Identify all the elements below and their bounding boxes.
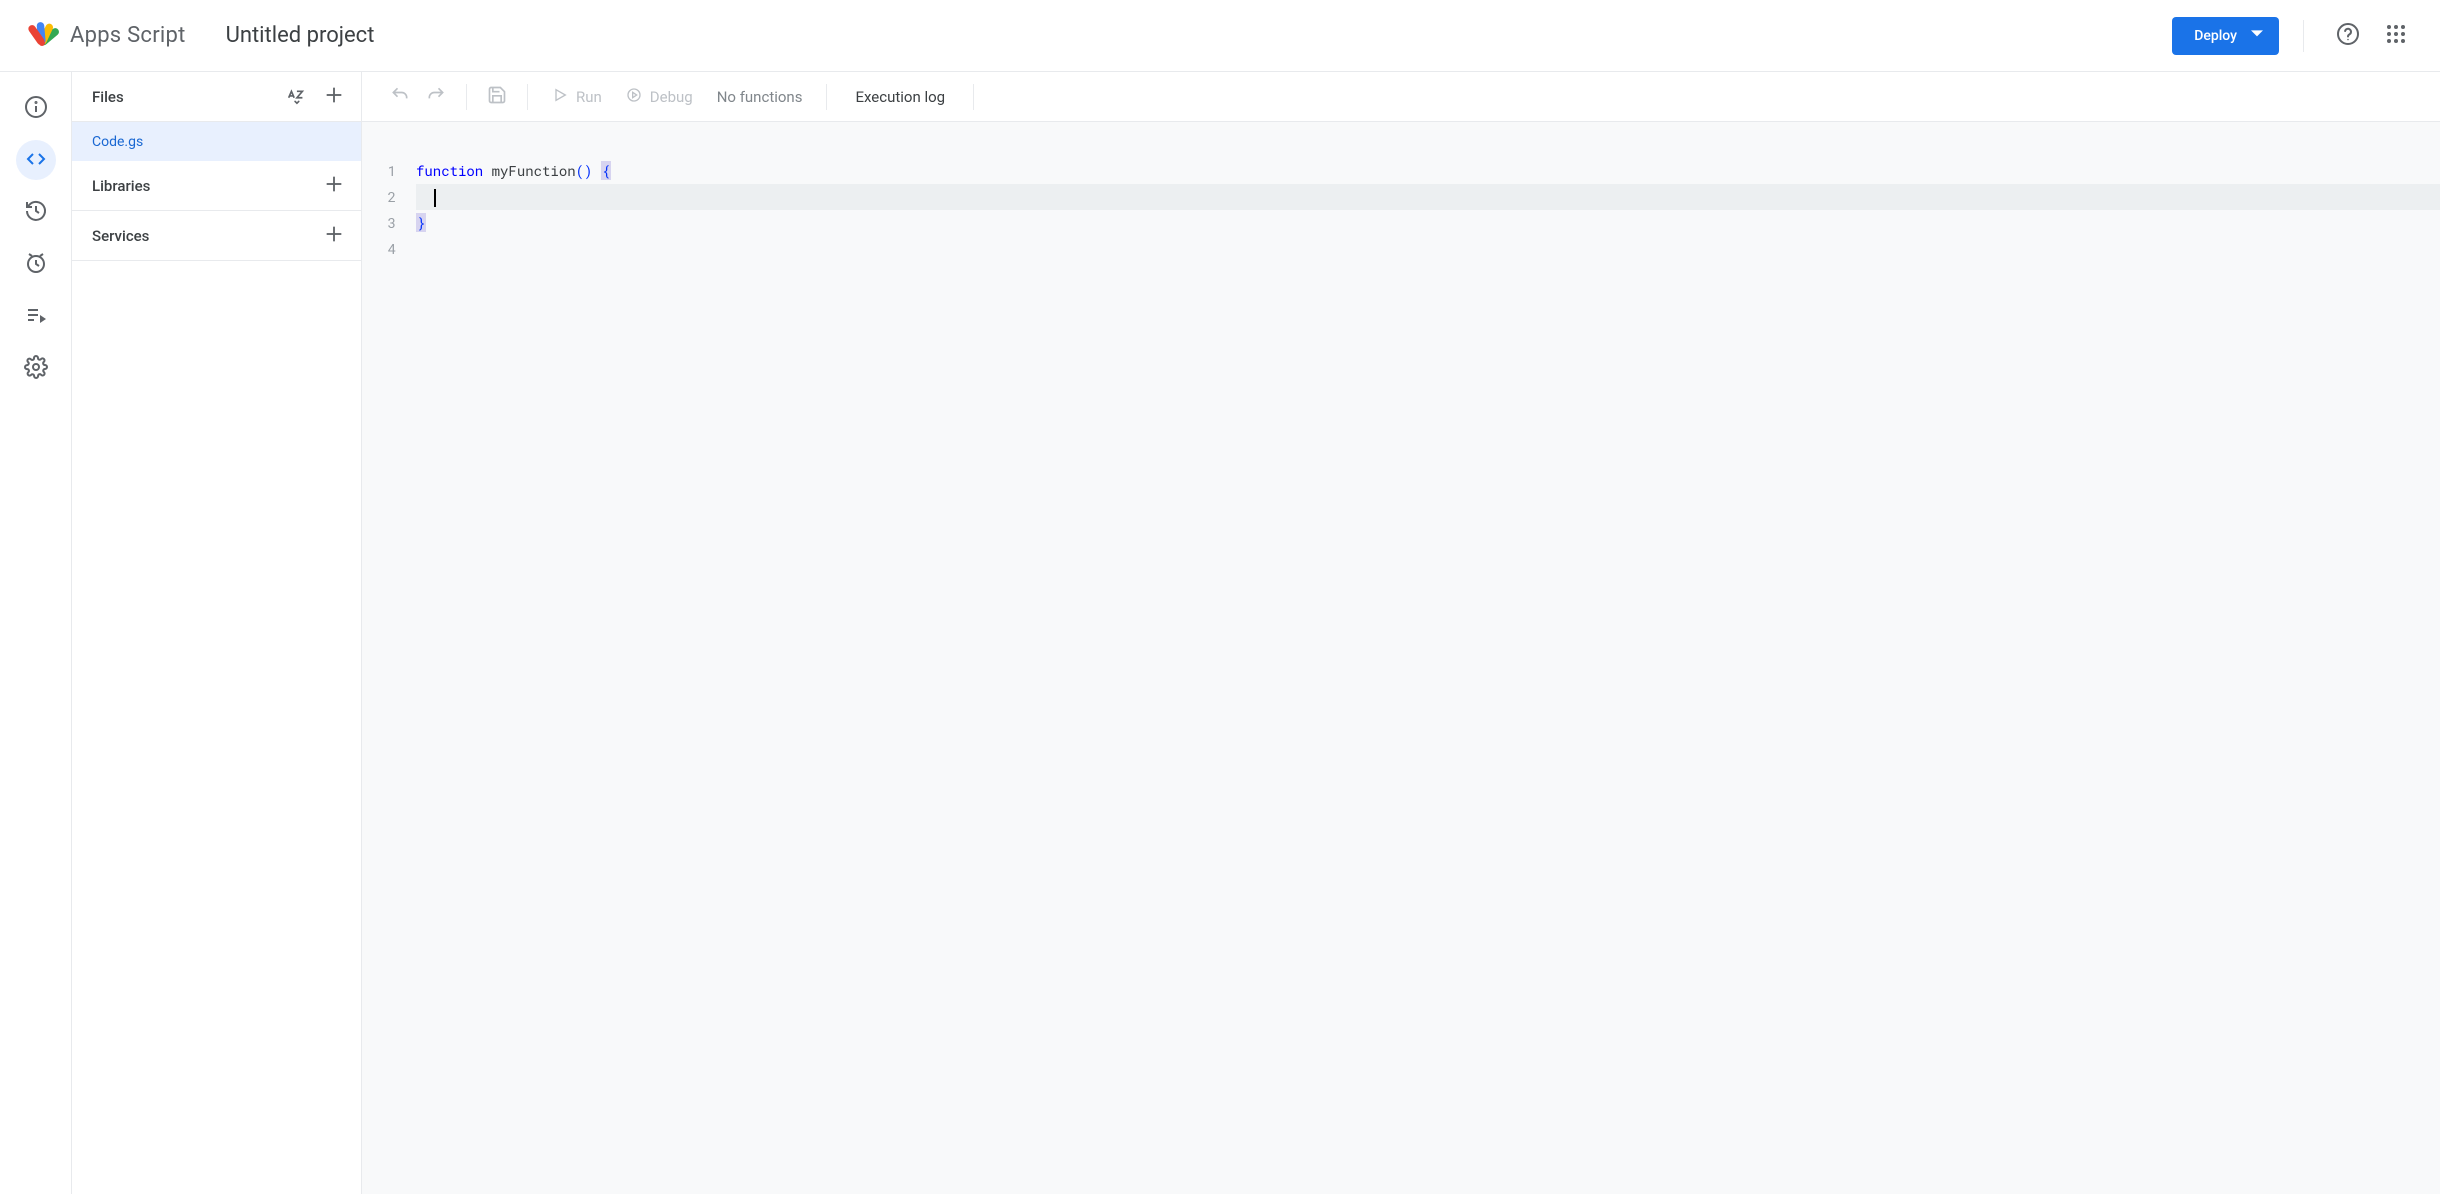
apps-script-logo-icon: [24, 16, 60, 56]
debug-icon: [626, 87, 642, 107]
divider: [527, 84, 528, 110]
apps-grid-icon: [2384, 22, 2408, 49]
rail-overview[interactable]: [16, 88, 56, 128]
save-icon: [487, 85, 507, 109]
redo-icon: [426, 85, 446, 109]
rail-history[interactable]: [16, 192, 56, 232]
rail-settings[interactable]: [16, 348, 56, 388]
plus-icon: [323, 84, 345, 109]
info-icon: [24, 95, 48, 122]
redo-button[interactable]: [418, 78, 454, 116]
files-sidebar: Files Code.gs Libraries: [72, 72, 362, 1194]
file-item-label: Code.gs: [92, 134, 143, 150]
gear-icon: [24, 355, 48, 382]
undo-button[interactable]: [382, 78, 418, 116]
rail-editor[interactable]: [16, 140, 56, 180]
text-cursor: [434, 189, 436, 207]
editor-toolbar: Run Debug No functions Execution log: [362, 72, 2440, 122]
divider: [973, 84, 974, 110]
deploy-button[interactable]: Deploy: [2172, 17, 2279, 55]
debug-button[interactable]: Debug: [614, 78, 705, 116]
executions-icon: [24, 303, 48, 330]
files-section-header: Files: [72, 72, 361, 122]
execution-log-button[interactable]: Execution log: [839, 88, 961, 106]
code-editor[interactable]: 1234 function myFunction() { }: [362, 122, 2440, 1194]
rail-triggers[interactable]: [16, 244, 56, 284]
app-header: Apps Script Untitled project Deploy: [0, 0, 2440, 72]
add-library-button[interactable]: [315, 167, 353, 205]
file-item-code-gs[interactable]: Code.gs: [72, 122, 361, 161]
divider: [826, 84, 827, 110]
sort-az-icon: [285, 84, 307, 109]
left-rail: [0, 72, 72, 1194]
code-line[interactable]: function myFunction() {: [416, 158, 2440, 184]
help-icon: [2336, 22, 2360, 49]
play-icon: [552, 87, 568, 107]
code-line[interactable]: [416, 236, 2440, 262]
code-line[interactable]: }: [416, 210, 2440, 236]
files-label: Files: [92, 88, 277, 106]
libraries-section-header: Libraries: [72, 161, 361, 211]
history-icon: [24, 199, 48, 226]
help-button[interactable]: [2328, 16, 2368, 56]
function-selector[interactable]: No functions: [705, 88, 815, 106]
add-service-button[interactable]: [315, 217, 353, 255]
code-content[interactable]: function myFunction() { }: [416, 158, 2440, 1194]
plus-icon: [323, 223, 345, 248]
deploy-button-label: Deploy: [2194, 28, 2237, 44]
services-label: Services: [92, 227, 315, 245]
sort-files-button[interactable]: [277, 78, 315, 116]
debug-button-label: Debug: [650, 88, 693, 106]
services-section-header: Services: [72, 211, 361, 261]
main-area: Run Debug No functions Execution log 123…: [362, 72, 2440, 1194]
clock-icon: [24, 251, 48, 278]
plus-icon: [323, 173, 345, 198]
project-title[interactable]: Untitled project: [226, 23, 375, 48]
apps-menu-button[interactable]: [2376, 16, 2416, 56]
undo-icon: [390, 85, 410, 109]
code-line[interactable]: [416, 184, 2440, 210]
libraries-label: Libraries: [92, 177, 315, 195]
run-button-label: Run: [576, 88, 602, 106]
divider: [2303, 20, 2304, 52]
code-icon: [24, 147, 48, 174]
rail-executions[interactable]: [16, 296, 56, 336]
divider: [466, 84, 467, 110]
line-gutter: 1234: [362, 158, 416, 1194]
product-name: Apps Script: [70, 23, 186, 48]
add-file-button[interactable]: [315, 78, 353, 116]
save-button[interactable]: [479, 78, 515, 116]
product-logo-wrap[interactable]: Apps Script: [24, 16, 186, 56]
caret-down-icon: [2251, 28, 2263, 44]
run-button[interactable]: Run: [540, 78, 614, 116]
